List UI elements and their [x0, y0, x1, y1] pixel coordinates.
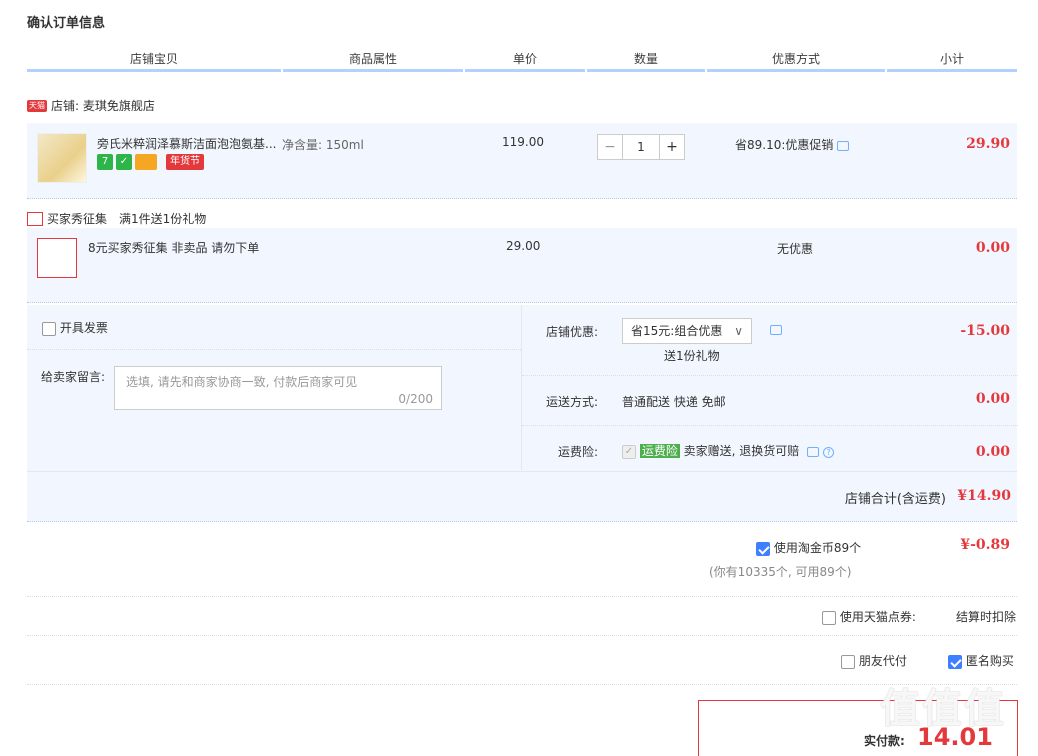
coins-amount: ¥-0.89: [960, 537, 1010, 553]
divider: [522, 375, 1018, 376]
gift-promo: 无优惠: [777, 242, 814, 256]
divider: [522, 425, 1018, 426]
anonymous-option: 匿名购买: [948, 652, 1014, 669]
page-title: 确认订单信息: [27, 16, 106, 31]
shipping-amount: 0.00: [975, 391, 1010, 407]
item-promo: 省89.10:优惠促销: [735, 136, 850, 153]
gift-header-name: 买家秀征集: [47, 212, 108, 226]
invoice-option: 开具发票: [42, 319, 108, 336]
message-icon[interactable]: [807, 446, 820, 457]
coins-note: (你有10335个, 可用89个): [709, 565, 852, 579]
message-counter: 0/200: [398, 392, 433, 406]
insurance-checkbox-disabled: ✓: [622, 444, 636, 459]
item-attribute: 净含量: 150ml: [282, 138, 364, 152]
qty-increase-button[interactable]: +: [659, 134, 685, 160]
product-thumbnail[interactable]: [37, 133, 87, 183]
message-icon[interactable]: [770, 325, 782, 335]
gift-header-rule: 满1件送1份礼物: [119, 212, 207, 226]
shop-total-amount: ¥14.90: [957, 488, 1011, 504]
item-promo-text: 省89.10:优惠促销: [735, 138, 834, 152]
item-row: 旁氏米粹润泽慕斯洁面泡泡氨基... 7 ✓ 年货节 净含量: 150ml 119…: [27, 123, 1017, 199]
chevron-down-icon: ∨: [734, 324, 743, 338]
anonymous-label: 匿名购买: [965, 654, 1014, 668]
tmall-points-label: 使用天猫点券:: [839, 610, 916, 624]
anonymous-checkbox[interactable]: [948, 654, 962, 669]
col-header-attr: 商品属性: [283, 50, 463, 72]
item-name[interactable]: 旁氏米粹润泽慕斯洁面泡泡氨基...: [97, 135, 276, 152]
gift-name[interactable]: 8元买家秀征集 非卖品 请勿下单: [88, 239, 259, 256]
insurance-text: 卖家赠送, 退换货可赔: [683, 444, 800, 458]
invoice-label: 开具发票: [59, 321, 108, 335]
shop-discount-gift: 送1份礼物: [664, 349, 720, 363]
item-price: 119.00: [502, 135, 544, 149]
invoice-checkbox[interactable]: [42, 321, 56, 336]
watermark-logo: 值值值: [880, 686, 1006, 732]
help-icon[interactable]: ?: [822, 447, 834, 458]
shop-name[interactable]: 店铺: 麦琪免旗舰店: [51, 97, 155, 114]
message-placeholder: 选填, 请先和商家协商一致, 付款后商家可见: [126, 375, 358, 389]
qty-input[interactable]: 1: [623, 134, 659, 160]
coins-checkbox[interactable]: [756, 541, 770, 556]
gift-subtotal: 0.00: [975, 240, 1010, 256]
table-header: 店铺宝贝 商品属性 单价 数量 优惠方式 小计: [27, 50, 1017, 72]
seven-day-return-icon: 7: [97, 154, 113, 170]
shop-row: 天猫 店铺: 麦琪免旗舰店: [27, 97, 155, 114]
shop-discount-select[interactable]: 省15元:组合优惠 ∨: [622, 318, 752, 344]
shop-discount-label: 店铺优惠:: [546, 325, 599, 339]
item-badges: 7 ✓ 年货节: [97, 154, 204, 170]
gift-price: 29.00: [506, 239, 541, 253]
insurance-badge: 运费险: [639, 444, 680, 458]
divider: [27, 635, 1017, 636]
shop-discount-selected: 省15元:组合优惠: [631, 324, 723, 338]
order-options: 开具发票 给卖家留言: 选填, 请先和商家协商一致, 付款后商家可见 0/200…: [27, 305, 1018, 522]
message-label: 给卖家留言:: [41, 370, 106, 384]
divider: [27, 349, 521, 350]
insurance-option: ✓ 运费险 卖家赠送, 退换货可赔 ?: [622, 442, 834, 459]
gift-header: 买家秀征集 满1件送1份礼物: [27, 210, 206, 227]
tmall-points-value: 结算时扣除: [956, 610, 1017, 624]
tmall-points-checkbox[interactable]: [822, 610, 836, 625]
coins-label: 使用淘金币89个: [773, 541, 862, 555]
insurance-amount: 0.00: [975, 444, 1010, 460]
seller-message-input[interactable]: 选填, 请先和商家协商一致, 付款后商家可见 0/200: [114, 366, 442, 410]
col-header-discount: 优惠方式: [707, 50, 885, 72]
gift-thumbnail[interactable]: [37, 238, 77, 278]
gift-row: 8元买家秀征集 非卖品 请勿下单 29.00 无优惠 0.00: [27, 228, 1017, 303]
gift-icon: [27, 211, 43, 226]
friend-pay-checkbox[interactable]: [841, 654, 855, 669]
insurance-label: 运费险:: [558, 445, 599, 459]
col-header-price: 单价: [465, 50, 585, 72]
qty-decrease-button[interactable]: −: [597, 134, 623, 160]
shop-total-row: 店铺合计(含运费) ¥14.90: [27, 471, 1017, 522]
divider: [27, 596, 1017, 597]
credit-card-icon: [135, 154, 157, 170]
pay-label: 实付款:: [864, 734, 905, 748]
shipping-label: 运送方式:: [546, 395, 599, 409]
friend-pay-label: 朋友代付: [858, 654, 907, 668]
coins-option: 使用淘金币89个: [756, 539, 861, 556]
tmall-points-option: 使用天猫点券:: [822, 608, 916, 625]
item-subtotal: 29.90: [966, 136, 1010, 152]
message-icon[interactable]: [837, 140, 850, 151]
shop-total-label: 店铺合计(含运费): [844, 492, 946, 507]
shop-discount-amount: -15.00: [960, 323, 1010, 339]
col-header-subtotal: 小计: [887, 50, 1017, 72]
tmall-badge-icon: 天猫: [27, 99, 47, 112]
festival-badge: 年货节: [166, 154, 204, 170]
col-header-qty: 数量: [587, 50, 705, 72]
col-header-shop-item: 店铺宝贝: [27, 50, 281, 72]
divider: [27, 684, 1017, 685]
shop-options-panel: 店铺优惠: 省15元:组合优惠 ∨ 送1份礼物 -15.00 运送方式: 普通配…: [521, 305, 1018, 470]
friend-pay-option: 朋友代付: [841, 652, 907, 669]
quantity-stepper: − 1 +: [597, 134, 685, 160]
shipping-value: 普通配送 快递 免邮: [622, 395, 726, 409]
shield-icon: ✓: [116, 154, 132, 170]
